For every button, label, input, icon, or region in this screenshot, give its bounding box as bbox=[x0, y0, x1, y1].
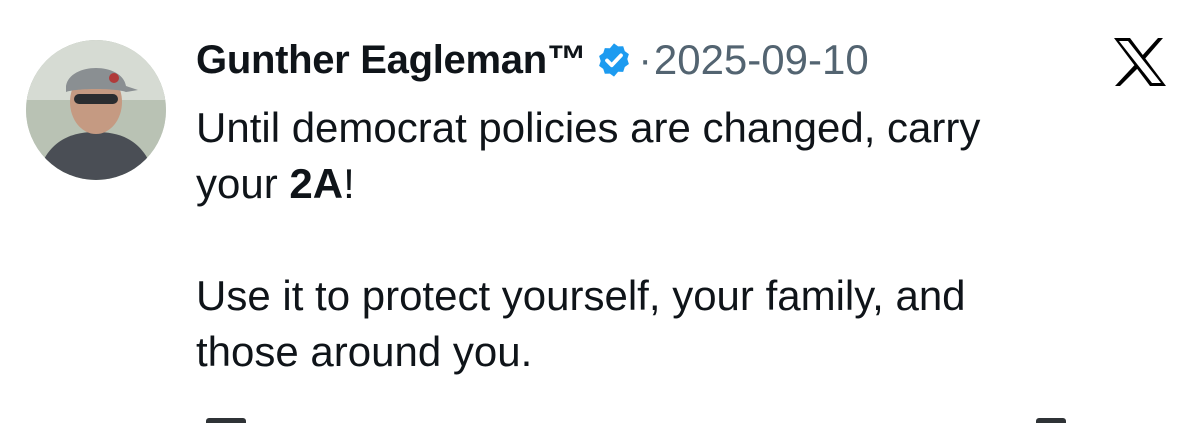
tweet-text: Until democrat policies are changed, car… bbox=[196, 100, 1156, 380]
x-logo-icon[interactable] bbox=[1108, 34, 1172, 90]
tweet-line: your 2A! bbox=[196, 156, 1156, 212]
tweet-card: Gunther Eagleman™ · 2025-09-10 Until dem… bbox=[0, 0, 1200, 423]
display-name[interactable]: Gunther Eagleman™ bbox=[196, 38, 587, 83]
verified-badge-icon bbox=[595, 41, 633, 79]
tweet-text-segment: ! bbox=[343, 160, 355, 207]
tweet-line: Use it to protect yourself, your family,… bbox=[196, 272, 966, 319]
avatar[interactable] bbox=[26, 40, 166, 180]
paragraph-break bbox=[196, 212, 1156, 268]
tweet-line: Until democrat policies are changed, car… bbox=[196, 104, 981, 151]
tweet-header: Gunther Eagleman™ · 2025-09-10 bbox=[196, 30, 869, 90]
tweet-date[interactable]: 2025-09-10 bbox=[654, 36, 869, 84]
tweet-bold-text: 2A bbox=[289, 160, 344, 207]
tweet-line: those around you. bbox=[196, 328, 533, 375]
header-separator: · bbox=[638, 37, 652, 82]
cut-off-content bbox=[196, 414, 1096, 423]
tweet-text-segment: your bbox=[196, 160, 290, 207]
